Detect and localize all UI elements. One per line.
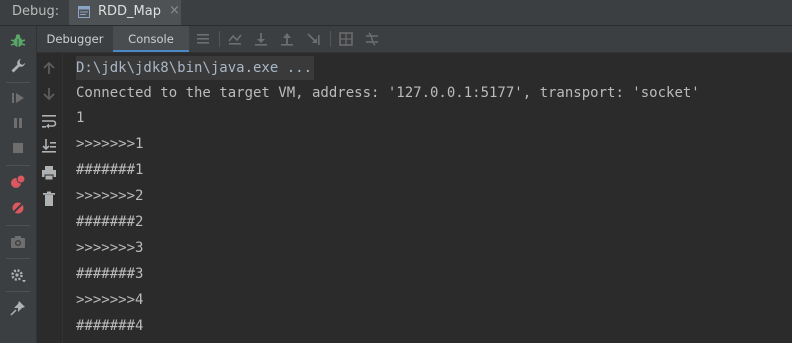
- debug-left-toolbar: [0, 26, 37, 343]
- trace-icon[interactable]: [363, 30, 381, 48]
- toolbar-separator: [219, 31, 220, 47]
- step-out-icon[interactable]: [304, 30, 322, 48]
- wrench-icon[interactable]: [9, 57, 27, 75]
- console-line: #######1: [76, 162, 144, 178]
- evaluate-expression-icon[interactable]: [337, 30, 355, 48]
- console-line: Connected to the target VM, address: '12…: [76, 85, 700, 101]
- pin-icon[interactable]: [9, 299, 27, 317]
- stop-icon[interactable]: [9, 139, 27, 157]
- console-line: >>>>>>>4: [76, 292, 144, 308]
- console-side-toolbar: [37, 53, 63, 343]
- toolbar-separator: [330, 31, 331, 47]
- debug-tabs-row: Debugger Console: [37, 26, 792, 53]
- pause-icon[interactable]: [9, 114, 27, 132]
- scroll-to-end-icon[interactable]: [40, 137, 58, 155]
- view-breakpoints-icon[interactable]: [9, 173, 27, 191]
- tab-console[interactable]: Console: [113, 26, 189, 52]
- run-config-tab-label: RDD_Map: [98, 4, 161, 19]
- console-command-line[interactable]: D:\jdk\jdk8\bin\java.exe ...: [76, 56, 315, 80]
- console-line: 1: [76, 110, 85, 126]
- run-config-tab[interactable]: RDD_Map ×: [69, 0, 181, 25]
- console-line: >>>>>>>2: [76, 188, 144, 204]
- debug-titlebar: Debug: RDD_Map ×: [0, 0, 792, 26]
- tab-console-label: Console: [128, 32, 174, 46]
- show-execution-point-icon[interactable]: [226, 30, 244, 48]
- tab-debugger-label: Debugger: [46, 32, 104, 46]
- console-line: >>>>>>>3: [76, 240, 144, 256]
- resume-icon[interactable]: [9, 89, 27, 107]
- toolbar-separator: [6, 165, 30, 166]
- mute-breakpoints-icon[interactable]: [9, 199, 27, 217]
- step-into-icon[interactable]: [278, 30, 296, 48]
- toolbar-separator: [6, 258, 30, 259]
- print-icon[interactable]: [40, 164, 58, 182]
- toolbar-separator: [6, 82, 30, 83]
- console-output[interactable]: D:\jdk\jdk8\bin\java.exe ... Connected t…: [63, 53, 792, 343]
- soft-wrap-icon[interactable]: [40, 112, 58, 130]
- console-line: #######4: [76, 318, 144, 334]
- settings-icon[interactable]: [9, 266, 27, 284]
- console-line: #######3: [76, 266, 144, 282]
- console-window-icon: [78, 6, 90, 18]
- camera-icon[interactable]: [9, 233, 27, 251]
- debug-title-label: Debug:: [12, 4, 60, 19]
- trash-icon[interactable]: [40, 190, 58, 208]
- console-line: #######2: [76, 214, 144, 230]
- bug-icon[interactable]: [9, 32, 27, 50]
- console-line: >>>>>>>1: [76, 136, 144, 152]
- down-arrow-icon[interactable]: [40, 85, 58, 103]
- menu-icon[interactable]: [194, 30, 212, 48]
- step-over-icon[interactable]: [252, 30, 270, 48]
- up-arrow-icon[interactable]: [40, 59, 58, 77]
- toolbar-separator: [6, 291, 30, 292]
- close-icon[interactable]: ×: [169, 3, 180, 18]
- toolbar-separator: [6, 225, 30, 226]
- tab-debugger[interactable]: Debugger: [37, 26, 113, 52]
